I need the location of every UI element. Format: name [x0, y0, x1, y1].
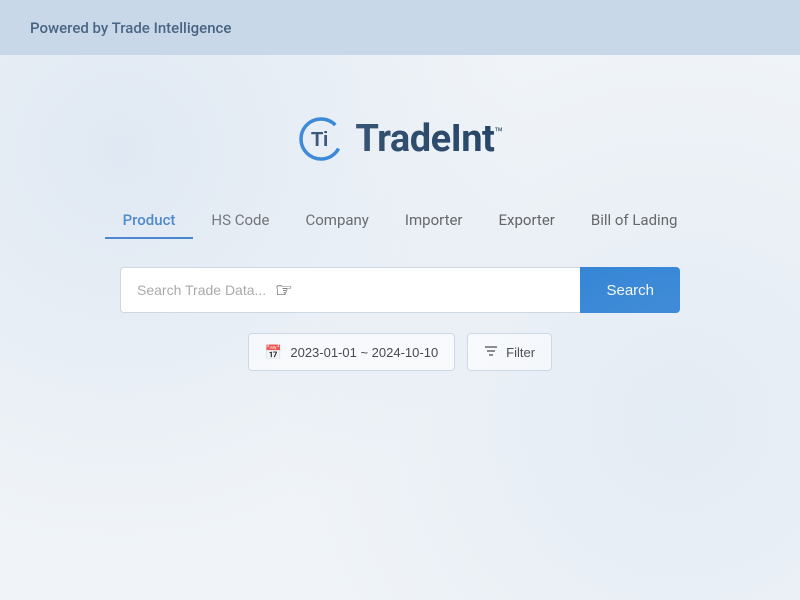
tab-company[interactable]: Company — [287, 203, 386, 239]
search-input-wrapper: ☞ — [120, 267, 580, 313]
tab-bill-of-lading[interactable]: Bill of Lading — [573, 203, 696, 239]
tab-importer[interactable]: Importer — [387, 203, 481, 239]
calendar-icon: 📅 — [265, 344, 282, 361]
filter-row: 📅 2023-01-01 ~ 2024-10-10 Filter — [248, 333, 552, 371]
top-banner: Powered by Trade Intelligence — [0, 0, 800, 55]
filter-button[interactable]: Filter — [467, 333, 552, 371]
search-input[interactable] — [120, 267, 580, 313]
date-range-text: 2023-01-01 ~ 2024-10-10 — [290, 345, 438, 360]
banner-text: Powered by Trade Intelligence — [30, 19, 231, 37]
date-range-button[interactable]: 📅 2023-01-01 ~ 2024-10-10 — [248, 333, 455, 371]
tab-product[interactable]: Product — [105, 203, 194, 239]
tab-exporter[interactable]: Exporter — [481, 203, 573, 239]
filter-label: Filter — [506, 345, 535, 360]
search-button[interactable]: Search — [580, 267, 680, 313]
search-row: ☞ Search — [120, 267, 680, 313]
filter-icon — [484, 344, 498, 361]
logo-container: Ti TradeInt™ — [297, 115, 502, 163]
logo-icon: Ti — [297, 115, 345, 163]
svg-text:Ti: Ti — [311, 129, 328, 151]
nav-tabs: Product HS Code Company Importer Exporte… — [105, 203, 696, 239]
logo-text: TradeInt™ — [355, 117, 502, 161]
tab-hs-code[interactable]: HS Code — [193, 203, 287, 239]
main-content: Ti TradeInt™ Product HS Code Company Imp… — [0, 55, 800, 371]
